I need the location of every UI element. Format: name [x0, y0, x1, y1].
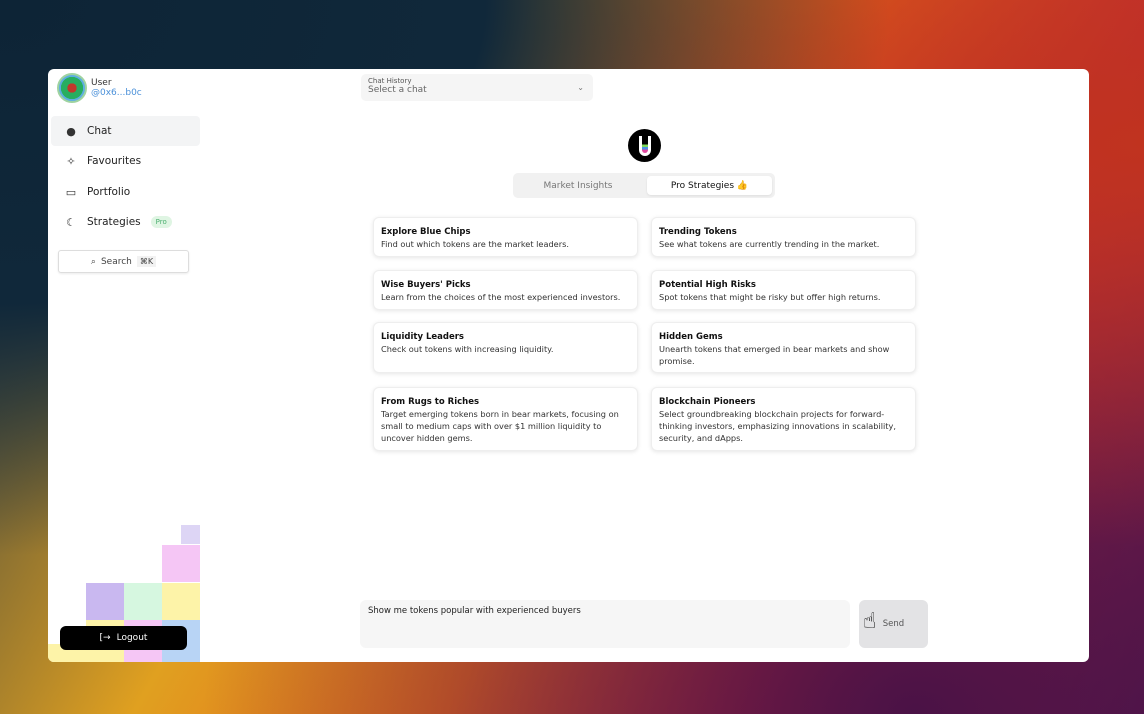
prompt-card[interactable]: Wise Buyers' Picks Learn from the choices… [373, 270, 638, 310]
moon-gear-icon: ☾ [66, 215, 76, 229]
pro-badge: Pro [150, 216, 172, 228]
prompt-card[interactable]: Hidden Gems Unearth tokens that emerged i… [651, 322, 916, 373]
sidebar-item-favourites[interactable]: ✧ Favourites [51, 146, 200, 176]
search-icon: ⌕ [90, 256, 96, 267]
user-name: User [91, 78, 112, 88]
card-desc: Unearth tokens that emerged in bear mark… [659, 344, 890, 366]
card-title: From Rugs to Riches [381, 397, 480, 407]
app-logo [628, 129, 661, 162]
card-title: Wise Buyers' Picks [381, 280, 471, 290]
card-title: Explore Blue Chips [381, 227, 471, 237]
card-desc: Spot tokens that might be risky but offe… [659, 292, 881, 302]
hand-cursor-icon: ☝ [863, 609, 877, 634]
chat-bubble-icon: ● [66, 124, 76, 138]
prompt-card[interactable]: Liquidity Leaders Check out tokens with i… [373, 322, 638, 373]
sidebar: User @0x6...b0c ● Chat ✧ Favourites ▭ Portf… [48, 69, 200, 662]
user-profile[interactable]: User @0x6...b0c [57, 73, 142, 103]
search-button[interactable]: ⌕ Search ⌘K [58, 250, 189, 273]
card-title: Liquidity Leaders [381, 332, 464, 342]
card-desc: Check out tokens with increasing liquidi… [381, 344, 554, 354]
prompt-card[interactable]: From Rugs to Riches Target emerging token… [373, 387, 638, 451]
wallet-icon: ▭ [65, 185, 77, 199]
prompt-card[interactable]: Blockchain Pioneers Select groundbreaking… [651, 387, 916, 451]
chat-history-label: Chat History [368, 77, 412, 85]
tab-pro-strategies[interactable]: Pro Strategies 👍 [647, 176, 772, 195]
chevron-down-icon: ⌄ [577, 83, 584, 92]
chat-history-select[interactable]: Chat History Select a chat ⌄ [361, 74, 593, 101]
app-window: User @0x6...b0c ● Chat ✧ Favourites ▭ Portf… [48, 69, 1089, 662]
prompt-card[interactable]: Potential High Risks Spot tokens that mig… [651, 270, 916, 310]
card-desc: Learn from the choices of the most exper… [381, 292, 621, 302]
card-title: Potential High Risks [659, 280, 756, 290]
avatar [57, 73, 87, 103]
chat-history-value: Select a chat [368, 85, 427, 95]
nav-label: Favourites [87, 155, 142, 167]
sidebar-item-portfolio[interactable]: ▭ Portfolio [51, 177, 200, 207]
sparkles-icon: ✧ [66, 154, 76, 168]
card-title: Hidden Gems [659, 332, 723, 342]
card-title: Trending Tokens [659, 227, 737, 237]
shortcut-hint: ⌘K [136, 256, 157, 267]
logout-label: Logout [116, 633, 148, 643]
user-address[interactable]: @0x6...b0c [91, 88, 142, 98]
nav-label: Strategies [87, 216, 141, 228]
prompt-card[interactable]: Explore Blue Chips Find out which tokens … [373, 217, 638, 257]
card-desc: Find out which tokens are the market lea… [381, 239, 569, 249]
card-desc: Select groundbreaking blockchain project… [659, 409, 896, 443]
search-label: Search [100, 256, 132, 267]
card-desc: See what tokens are currently trending i… [659, 239, 880, 249]
nav-label: Portfolio [87, 186, 131, 198]
sidebar-item-chat[interactable]: ● Chat [51, 116, 200, 146]
message-input[interactable]: Show me tokens popular with experienced … [360, 600, 850, 648]
strategy-tabs: Market Insights Pro Strategies 👍 [513, 173, 775, 198]
card-desc: Target emerging tokens born in bear mark… [381, 409, 619, 443]
nav-label: Chat [87, 125, 112, 137]
sidebar-item-strategies[interactable]: ☾ Strategies Pro [51, 207, 200, 237]
tab-market-insights[interactable]: Market Insights [513, 176, 643, 195]
card-title: Blockchain Pioneers [659, 397, 756, 407]
logout-button[interactable]: [→ Logout [60, 626, 187, 650]
logout-icon: [→ [99, 633, 111, 643]
prompt-card[interactable]: Trending Tokens See what tokens are curre… [651, 217, 916, 257]
